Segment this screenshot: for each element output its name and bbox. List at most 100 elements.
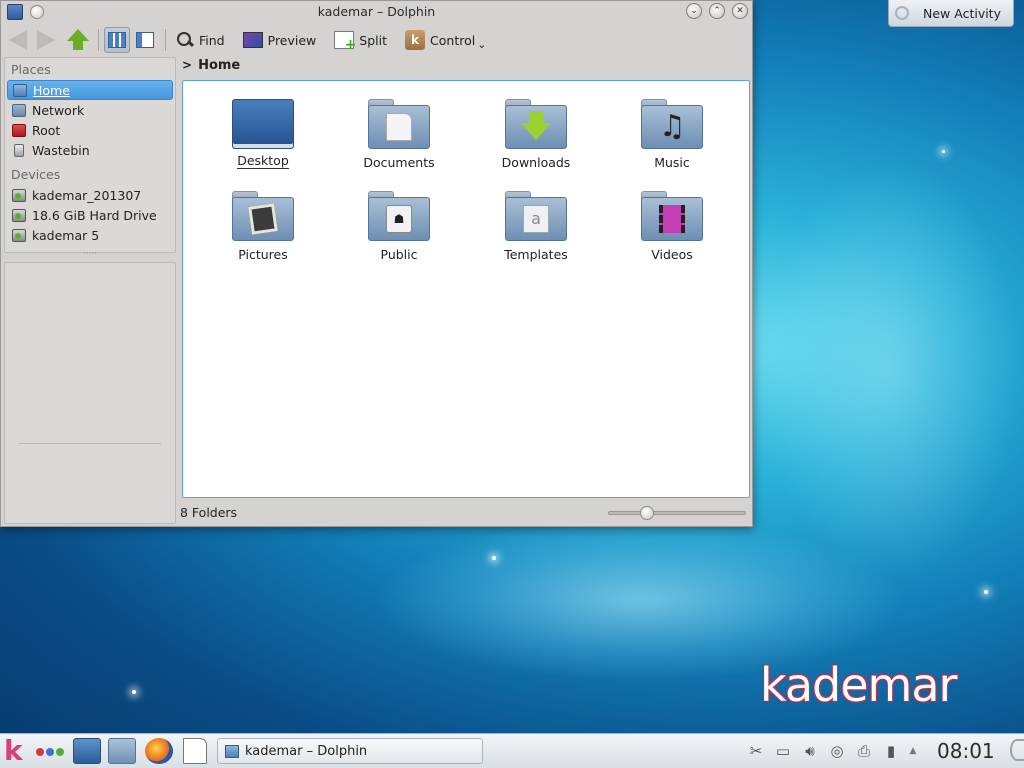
- control-label: Control: [430, 32, 476, 48]
- file-item-templates[interactable]: a Templates: [476, 191, 596, 262]
- desktop-glow: [760, 160, 1020, 580]
- split-button[interactable]: Split: [329, 26, 392, 54]
- preview-label: Preview: [267, 32, 317, 48]
- drive-icon: [12, 188, 26, 202]
- sidebar-item-label: kademar 5: [32, 227, 100, 243]
- back-button[interactable]: [5, 27, 31, 53]
- text-editor-launcher-icon[interactable]: [183, 738, 207, 764]
- chevron-down-icon: ⌄: [477, 37, 487, 51]
- maximize-button[interactable]: ⌃: [709, 3, 725, 19]
- back-arrow-icon: [9, 30, 27, 50]
- file-item-documents[interactable]: Documents: [339, 99, 459, 170]
- panel-resize-handle[interactable]: ·····: [4, 250, 176, 259]
- application-launcher-button[interactable]: k: [4, 737, 23, 765]
- information-panel: [4, 262, 176, 524]
- file-item-label: Downloads: [501, 155, 571, 170]
- display-icon[interactable]: ▭: [773, 742, 793, 760]
- sidebar-item-label: kademar_201307: [32, 187, 142, 203]
- details-view-icon: [136, 32, 154, 48]
- panel-toolbox-icon[interactable]: [1010, 739, 1024, 761]
- up-arrow-icon: [67, 29, 89, 51]
- toolbar-separator: [98, 29, 99, 51]
- network-icon: [12, 103, 26, 117]
- find-button[interactable]: Find: [171, 26, 230, 54]
- clock[interactable]: 08:01: [937, 739, 995, 763]
- file-item-pictures[interactable]: Pictures: [203, 191, 323, 262]
- videos-folder-icon: [641, 191, 703, 243]
- icons-view-button[interactable]: [104, 27, 130, 53]
- breadcrumb-item-home[interactable]: Home: [198, 58, 240, 73]
- sidebar-item-root[interactable]: Root: [7, 120, 173, 140]
- devices-group-title: Devices: [11, 167, 61, 182]
- desktop-star: [942, 150, 945, 153]
- file-item-music[interactable]: ♫ Music: [612, 99, 732, 170]
- forward-button[interactable]: [33, 27, 59, 53]
- minimize-button[interactable]: ⌄: [686, 3, 702, 19]
- places-panel: Places Home Network Root Wastebin Device…: [4, 57, 176, 253]
- network-globe-icon[interactable]: ◎: [827, 742, 847, 760]
- window-title: kademar – Dolphin: [317, 4, 436, 19]
- sidebar-item-label: Home: [33, 82, 70, 98]
- preview-button[interactable]: Preview: [238, 26, 322, 54]
- public-folder-icon: ☗: [368, 191, 430, 243]
- toolbar-separator: [165, 29, 166, 51]
- pictures-folder-icon: [232, 191, 294, 243]
- activity-dot-icon: [56, 748, 64, 756]
- sidebar-item-wastebin[interactable]: Wastebin: [7, 140, 173, 160]
- taskbar: k kademar – Dolphin ✂ ▭ 🔊︎ ◎ ⎙ ▮ ▲ 08:01: [0, 733, 1024, 768]
- sidebar-item-label: Network: [32, 102, 85, 118]
- file-item-label: Desktop: [237, 153, 289, 169]
- split-view-icon: [334, 31, 356, 53]
- activity-dot-icon: [36, 748, 44, 756]
- file-item-public[interactable]: ☗ Public: [339, 191, 459, 262]
- chevron-right-icon[interactable]: >: [182, 58, 192, 72]
- firefox-launcher-icon[interactable]: [145, 738, 173, 764]
- drive-icon: [12, 228, 26, 242]
- file-item-videos[interactable]: Videos: [612, 191, 732, 262]
- zoom-slider-handle[interactable]: [640, 506, 654, 520]
- sidebar-item-device[interactable]: 18.6 GiB Hard Drive: [7, 205, 173, 225]
- breadcrumb: > Home: [182, 55, 240, 75]
- file-item-label: Templates: [504, 247, 568, 262]
- show-desktop-icon[interactable]: [73, 738, 101, 764]
- details-view-button[interactable]: [132, 27, 158, 53]
- sidebar-item-network[interactable]: Network: [7, 100, 173, 120]
- file-item-desktop[interactable]: Desktop: [203, 99, 323, 169]
- activity-icon: [895, 6, 909, 20]
- wastebin-icon: [14, 143, 24, 157]
- zoom-slider[interactable]: [608, 506, 746, 520]
- control-button[interactable]: k Control ⌄: [400, 26, 491, 54]
- taskbar-task-dolphin[interactable]: kademar – Dolphin: [217, 738, 483, 764]
- file-item-downloads[interactable]: Downloads: [476, 99, 596, 170]
- desktop-star: [492, 556, 496, 560]
- tray-expand-icon[interactable]: ▲: [908, 742, 918, 760]
- activity-switcher[interactable]: [36, 748, 64, 756]
- file-item-label: Music: [654, 155, 690, 170]
- new-activity-button[interactable]: New Activity: [888, 0, 1014, 27]
- places-group-title: Places: [11, 62, 51, 77]
- templates-folder-icon: a: [505, 191, 567, 243]
- desktop-star: [132, 690, 136, 694]
- status-text: 8 Folders: [180, 504, 238, 520]
- volume-icon[interactable]: 🔊︎: [800, 742, 820, 760]
- desktop-star: [984, 590, 988, 594]
- task-label: kademar – Dolphin: [245, 743, 368, 759]
- battery-icon[interactable]: ▮: [881, 742, 901, 760]
- close-button[interactable]: ✕: [732, 3, 748, 19]
- preview-icon: [242, 32, 263, 48]
- system-tray: ✂ ▭ 🔊︎ ◎ ⎙ ▮ ▲: [746, 742, 918, 760]
- new-activity-label: New Activity: [923, 5, 1001, 21]
- sidebar-item-device[interactable]: kademar_201307: [7, 185, 173, 205]
- sidebar-item-label: Root: [32, 122, 61, 138]
- clipboard-scissors-icon[interactable]: ✂: [746, 742, 766, 760]
- file-item-label: Public: [380, 247, 418, 262]
- printer-icon[interactable]: ⎙: [854, 742, 874, 760]
- sidebar-item-label: 18.6 GiB Hard Drive: [32, 207, 157, 223]
- file-view[interactable]: Desktop Documents Downloads ♫ Music Pict…: [182, 80, 750, 498]
- title-bar[interactable]: kademar – Dolphin ⌄ ⌃ ✕: [1, 1, 752, 23]
- file-manager-launcher-icon[interactable]: [108, 738, 136, 764]
- up-button[interactable]: [65, 27, 91, 53]
- sidebar-item-home[interactable]: Home: [7, 80, 173, 100]
- toolbar: Find Preview Split k Control ⌄: [1, 23, 752, 57]
- sidebar-item-device[interactable]: kademar 5: [7, 225, 173, 245]
